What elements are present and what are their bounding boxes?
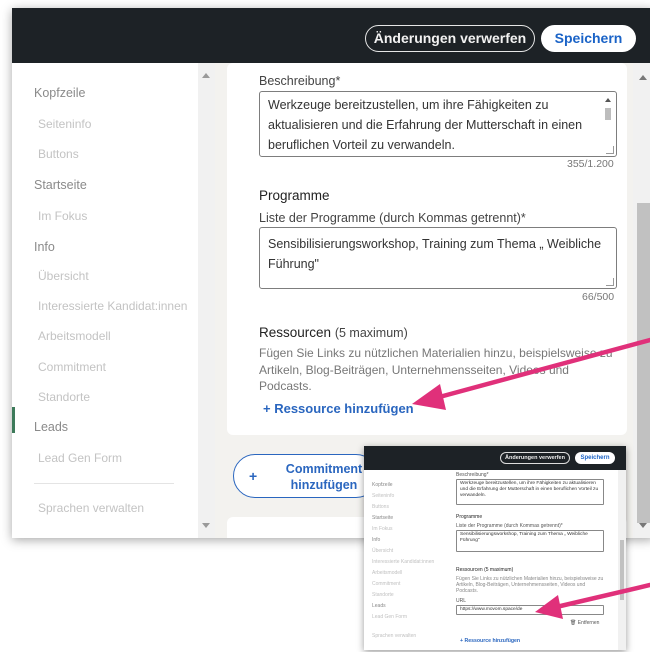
scroll-down-arrow-icon[interactable]: [202, 523, 210, 528]
resources-description: Fügen Sie Links zu nützlichen Materialie…: [259, 346, 613, 393]
preview-top-bar: Änderungen verwerfen Speichern: [364, 446, 626, 470]
preview-programs-label: Liste der Programme (durch Kommas getren…: [456, 523, 563, 529]
sidebar-active-indicator: [12, 407, 15, 433]
description-label: Beschreibung*: [259, 74, 341, 88]
save-button[interactable]: Speichern: [541, 25, 636, 52]
preview-save-button: Speichern: [575, 452, 615, 464]
sidebar-item-lead-gen-form[interactable]: Lead Gen Form: [38, 451, 122, 465]
preview-sidebar-item: Interessierte Kandidat:innen: [372, 559, 435, 565]
resources-title-text: Ressourcen: [259, 325, 332, 340]
preview-resources-desc: Fügen Sie Links zu nützlichen Materialie…: [456, 576, 604, 594]
sidebar-heading-startseite: Startseite: [34, 178, 87, 192]
resources-max-note: (5 maximum): [334, 326, 408, 340]
sidebar-divider: [34, 483, 174, 484]
main-scrollbar[interactable]: [633, 63, 650, 538]
preview-sidebar-item: Seiteninfo: [372, 493, 395, 499]
textarea-scrollbar[interactable]: [604, 98, 612, 144]
add-commitment-label: Commitment hinzufügen: [285, 462, 363, 492]
scroll-up-arrow-icon[interactable]: [202, 73, 210, 78]
description-textarea[interactable]: Werkzeuge bereitzustellen, um ihre Fähig…: [259, 91, 617, 157]
sidebar-item-standorte[interactable]: Standorte: [38, 390, 90, 404]
programs-label: Liste der Programme (durch Kommas getren…: [259, 211, 526, 225]
preview-sidebar-item: Sprachen verwalten: [372, 633, 417, 639]
resize-handle-icon[interactable]: [606, 278, 614, 286]
commitment-card: Beschreibung* Werkzeuge bereitzustellen,…: [227, 63, 627, 435]
preview-remove-link: 🗑 Entfernen: [570, 620, 600, 626]
scrollbar-thumb[interactable]: [637, 203, 650, 523]
resources-title: Ressourcen (5 maximum): [259, 325, 408, 340]
preview-sidebar-heading: Leads: [372, 603, 386, 609]
preview-sidebar-item: Buttons: [372, 504, 389, 510]
sidebar-nav: Kopfzeile Seiteninfo Buttons Startseite …: [12, 63, 197, 538]
preview-sidebar-item: Im Fokus: [372, 526, 393, 532]
resize-handle-icon[interactable]: [606, 146, 614, 154]
sidebar-item-commitment[interactable]: Commitment: [38, 360, 106, 374]
preview-scrollbar: [618, 470, 626, 650]
sidebar-item-uebersicht[interactable]: Übersicht: [38, 269, 89, 283]
preview-sidebar-item: Lead Gen Form: [372, 614, 408, 620]
description-counter: 355/1.200: [567, 158, 614, 170]
sidebar-item-arbeitsmodell[interactable]: Arbeitsmodell: [38, 329, 111, 343]
preview-main: Beschreibung* Werkzeuge bereitzustellen,…: [452, 470, 618, 650]
programs-textarea[interactable]: Sensibilisierungsworkshop, Training zum …: [259, 227, 617, 289]
sidebar-heading-kopfzeile: Kopfzeile: [34, 86, 86, 100]
preview-screenshot: Änderungen verwerfen Speichern Kopfzeile…: [364, 446, 626, 650]
preview-sidebar-heading: Startseite: [372, 515, 394, 521]
preview-url-label: URL: [456, 598, 467, 604]
preview-sidebar: Kopfzeile Seiteninfo Buttons Startseite …: [364, 470, 448, 650]
add-commitment-button[interactable]: + Commitment hinzufügen: [233, 454, 378, 498]
sidebar-item-buttons[interactable]: Buttons: [38, 147, 79, 161]
plus-icon: +: [249, 468, 258, 484]
preview-remove-label: Entfernen: [577, 620, 600, 626]
preview-resources-title: Ressourcen (5 maximum): [456, 567, 514, 573]
preview-description-label: Beschreibung*: [456, 472, 489, 478]
preview-description-box: Werkzeuge bereitzustellen, um ihre Fähig…: [456, 479, 604, 505]
sidebar-scrollbar[interactable]: [198, 63, 215, 538]
preview-sidebar-heading: Info: [372, 537, 381, 543]
preview-add-resource-link: + Ressource hinzufügen: [460, 638, 521, 644]
preview-programs-title: Programme: [456, 514, 483, 520]
programs-title: Programme: [259, 188, 330, 203]
discard-changes-button[interactable]: Änderungen verwerfen: [365, 25, 535, 52]
sidebar-heading-info: Info: [34, 240, 55, 254]
top-bar: Änderungen verwerfen Speichern: [12, 8, 650, 63]
preview-sidebar-item: Commitment: [372, 581, 401, 587]
scroll-up-arrow-icon[interactable]: [639, 75, 647, 80]
preview-programs-box: Sensibilisierungsworkshop, Training zum …: [456, 530, 604, 552]
sidebar-item-im-fokus[interactable]: Im Fokus: [38, 209, 87, 223]
description-text: Werkzeuge bereitzustellen, um ihre Fähig…: [268, 98, 583, 152]
sidebar-item-sprachen-verwalten[interactable]: Sprachen verwalten: [38, 501, 144, 515]
sidebar-item-interessierte-kandidatinnen[interactable]: Interessierte Kandidat:innen: [38, 299, 187, 313]
programs-text: Sensibilisierungsworkshop, Training zum …: [268, 237, 602, 271]
preview-sidebar-item: Arbeitsmodell: [372, 570, 403, 576]
programs-counter: 66/500: [582, 291, 615, 303]
preview-discard-button: Änderungen verwerfen: [500, 452, 570, 464]
sidebar-heading-leads: Leads: [34, 420, 69, 434]
sidebar-item-seiteninfo[interactable]: Seiteninfo: [38, 117, 91, 131]
preview-sidebar-heading: Kopfzeile: [372, 482, 393, 488]
preview-url-input: https://www.movom.space/de: [456, 605, 604, 615]
add-resource-link[interactable]: + Ressource hinzufügen: [263, 401, 414, 416]
preview-sidebar-item: Übersicht: [372, 548, 394, 554]
scroll-down-arrow-icon[interactable]: [639, 523, 647, 528]
preview-sidebar-item: Standorte: [372, 592, 394, 598]
